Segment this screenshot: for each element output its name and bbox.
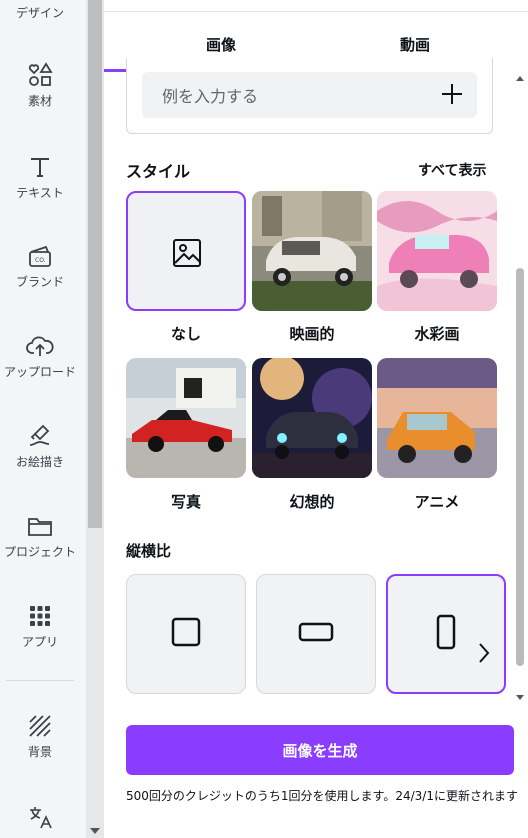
style-tile-none[interactable] — [126, 191, 246, 311]
apps-grid-icon — [25, 601, 55, 631]
anime-car-thumbnail — [377, 358, 497, 478]
style-tile-anime[interactable] — [377, 358, 497, 478]
sidebar-item-label: ブランド — [15, 275, 64, 289]
translate-icon — [25, 802, 55, 832]
image-placeholder-icon — [171, 237, 203, 273]
panel-scrollbar[interactable] — [512, 72, 528, 704]
style-tile-cinematic[interactable] — [252, 191, 372, 311]
draw-icon — [25, 421, 55, 451]
sidebar-item-label: テキスト — [16, 186, 64, 200]
sidebar-item-label: 背景 — [27, 745, 52, 759]
style-tile-fantasy[interactable] — [252, 358, 372, 478]
style-label: 幻想的 — [289, 493, 335, 511]
svg-text:CO.: CO. — [35, 257, 46, 264]
panel-scroll-thumb[interactable] — [516, 268, 524, 666]
scroll-down-arrow-icon[interactable] — [516, 695, 524, 700]
cinematic-car-thumbnail — [252, 191, 372, 311]
style-section-title: スタイル — [126, 162, 191, 181]
credit-usage-note: 500回分のクレジットのうち1回分を使用します。24/3/1に更新されます — [126, 789, 518, 803]
sidebar-scroll-thumb[interactable] — [88, 0, 102, 528]
chevron-right-icon[interactable] — [476, 640, 492, 666]
tab-image[interactable]: 画像 — [206, 34, 236, 55]
scroll-down-arrow-icon[interactable] — [90, 828, 100, 834]
folder-icon — [25, 511, 55, 541]
prompt-input[interactable]: 例を入力する — [142, 72, 477, 118]
sidebar-item-projects[interactable]: プロジェクト — [0, 511, 80, 560]
square-ratio-icon — [171, 617, 201, 651]
portrait-ratio-icon — [435, 614, 457, 654]
landscape-ratio-icon — [298, 621, 334, 647]
sidebar-divider — [6, 680, 74, 681]
sidebar-item-label: アプリ — [21, 635, 58, 649]
sidebar-item-label: 素材 — [27, 94, 52, 108]
sidebar-item-elements[interactable]: 素材 — [0, 60, 80, 109]
photo-car-thumbnail — [126, 358, 246, 478]
scroll-up-arrow-icon[interactable] — [516, 76, 524, 81]
sidebar-item-label: アップロード — [3, 365, 76, 379]
sidebar-item-label: お絵描き — [15, 455, 64, 469]
ratio-option-landscape[interactable] — [256, 574, 376, 694]
sidebar-scrollbar[interactable] — [86, 0, 104, 838]
style-label: 映画的 — [289, 325, 335, 343]
sidebar-item-design[interactable]: デザイン — [0, 2, 80, 21]
style-label: 写真 — [170, 493, 201, 511]
elements-icon — [25, 60, 55, 90]
see-all-link[interactable]: すべて表示 — [418, 160, 486, 180]
tab-video[interactable]: 動画 — [400, 34, 430, 55]
sidebar-item-translate[interactable] — [0, 802, 80, 832]
upload-cloud-icon — [25, 331, 55, 361]
ai-image-panel: 画像 動画 例を入力する スタイル すべて表示 なし 映画的 水彩画 写真 幻想… — [104, 0, 528, 838]
sidebar-item-brand[interactable]: CO. ブランド — [0, 241, 80, 290]
aspect-ratio-title: 縦横比 — [126, 542, 172, 560]
style-label: なし — [170, 325, 201, 343]
sidebar-item-draw[interactable]: お絵描き — [0, 421, 80, 470]
generate-image-button[interactable]: 画像を生成 — [126, 725, 514, 775]
style-tile-photo[interactable] — [126, 358, 246, 478]
ratio-option-portrait[interactable] — [386, 574, 506, 694]
text-icon — [25, 152, 55, 182]
ratio-option-square[interactable] — [126, 574, 246, 694]
left-sidebar: デザイン 素材 テキスト CO. ブランド アップロード お絵描き プロジェクト… — [0, 0, 86, 838]
style-label: アニメ — [414, 493, 460, 511]
sidebar-item-label: プロジェクト — [3, 545, 76, 559]
sidebar-item-background[interactable]: 背景 — [0, 711, 80, 760]
style-tile-watercolor[interactable] — [377, 191, 497, 311]
add-example-plus-icon[interactable] — [442, 84, 462, 104]
sidebar-item-text[interactable]: テキスト — [0, 152, 80, 201]
sidebar-item-apps[interactable]: アプリ — [0, 601, 80, 650]
sidebar-item-upload[interactable]: アップロード — [0, 331, 80, 380]
background-icon — [25, 711, 55, 741]
brand-icon: CO. — [25, 241, 55, 271]
fantasy-car-thumbnail — [252, 358, 372, 478]
watercolor-car-thumbnail — [377, 191, 497, 311]
style-label: 水彩画 — [414, 325, 460, 343]
sidebar-item-label: デザイン — [15, 6, 64, 20]
